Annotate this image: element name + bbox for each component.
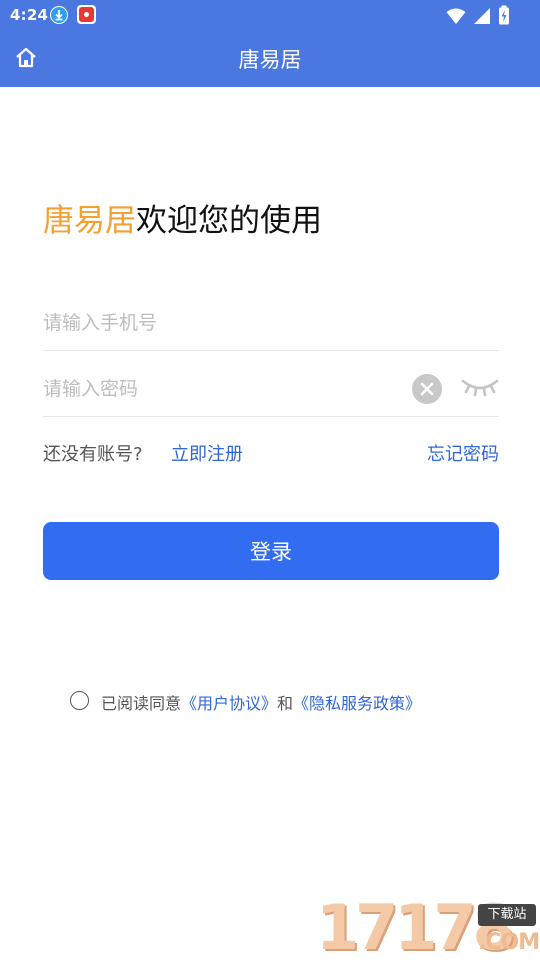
eye-closed-icon[interactable] (461, 375, 499, 401)
status-right-icons (444, 5, 510, 29)
phone-input[interactable] (43, 305, 393, 341)
page-title: 唐易居 (238, 48, 302, 72)
password-input[interactable] (43, 371, 393, 407)
account-links: 还没有账号? 立即注册 忘记密码 (43, 438, 499, 466)
agreement-and: 和 (277, 694, 294, 713)
register-link[interactable]: 立即注册 (171, 440, 243, 466)
clear-icon[interactable] (412, 374, 442, 404)
privacy-policy-link[interactable]: 《隐私服务政策》 (293, 694, 421, 713)
app-notification-icon (77, 5, 96, 24)
forgot-password-link[interactable]: 忘记密码 (427, 440, 499, 466)
watermark-logo: 17178 下载站 .COM (312, 896, 540, 960)
wifi-icon (446, 8, 466, 24)
login-button[interactable]: 登录 (43, 522, 499, 580)
signal-icon (473, 8, 490, 24)
agreement-text: 已阅读同意《用户协议》和《隐私服务政策》 (101, 690, 421, 714)
phone-field (43, 297, 499, 351)
download-icon (50, 6, 68, 24)
password-field (43, 363, 499, 417)
app-bar: 唐易居 (0, 30, 540, 87)
welcome-text: 欢迎您的使用 (136, 203, 322, 239)
watermark-badge: 下载站 (478, 904, 536, 926)
battery-icon (499, 5, 509, 25)
status-time: 4:24 (10, 6, 49, 24)
watermark-suffix: .COM (478, 930, 540, 955)
agreement-prefix: 已阅读同意 (101, 694, 182, 713)
welcome-heading: 唐易居欢迎您的使用 (43, 202, 322, 240)
agreement-checkbox[interactable] (70, 691, 89, 710)
welcome-brand: 唐易居 (43, 203, 136, 239)
status-bar: 4:24 (0, 0, 540, 30)
user-agreement-link[interactable]: 《用户协议》 (181, 694, 277, 713)
no-account-label: 还没有账号? (43, 444, 143, 465)
